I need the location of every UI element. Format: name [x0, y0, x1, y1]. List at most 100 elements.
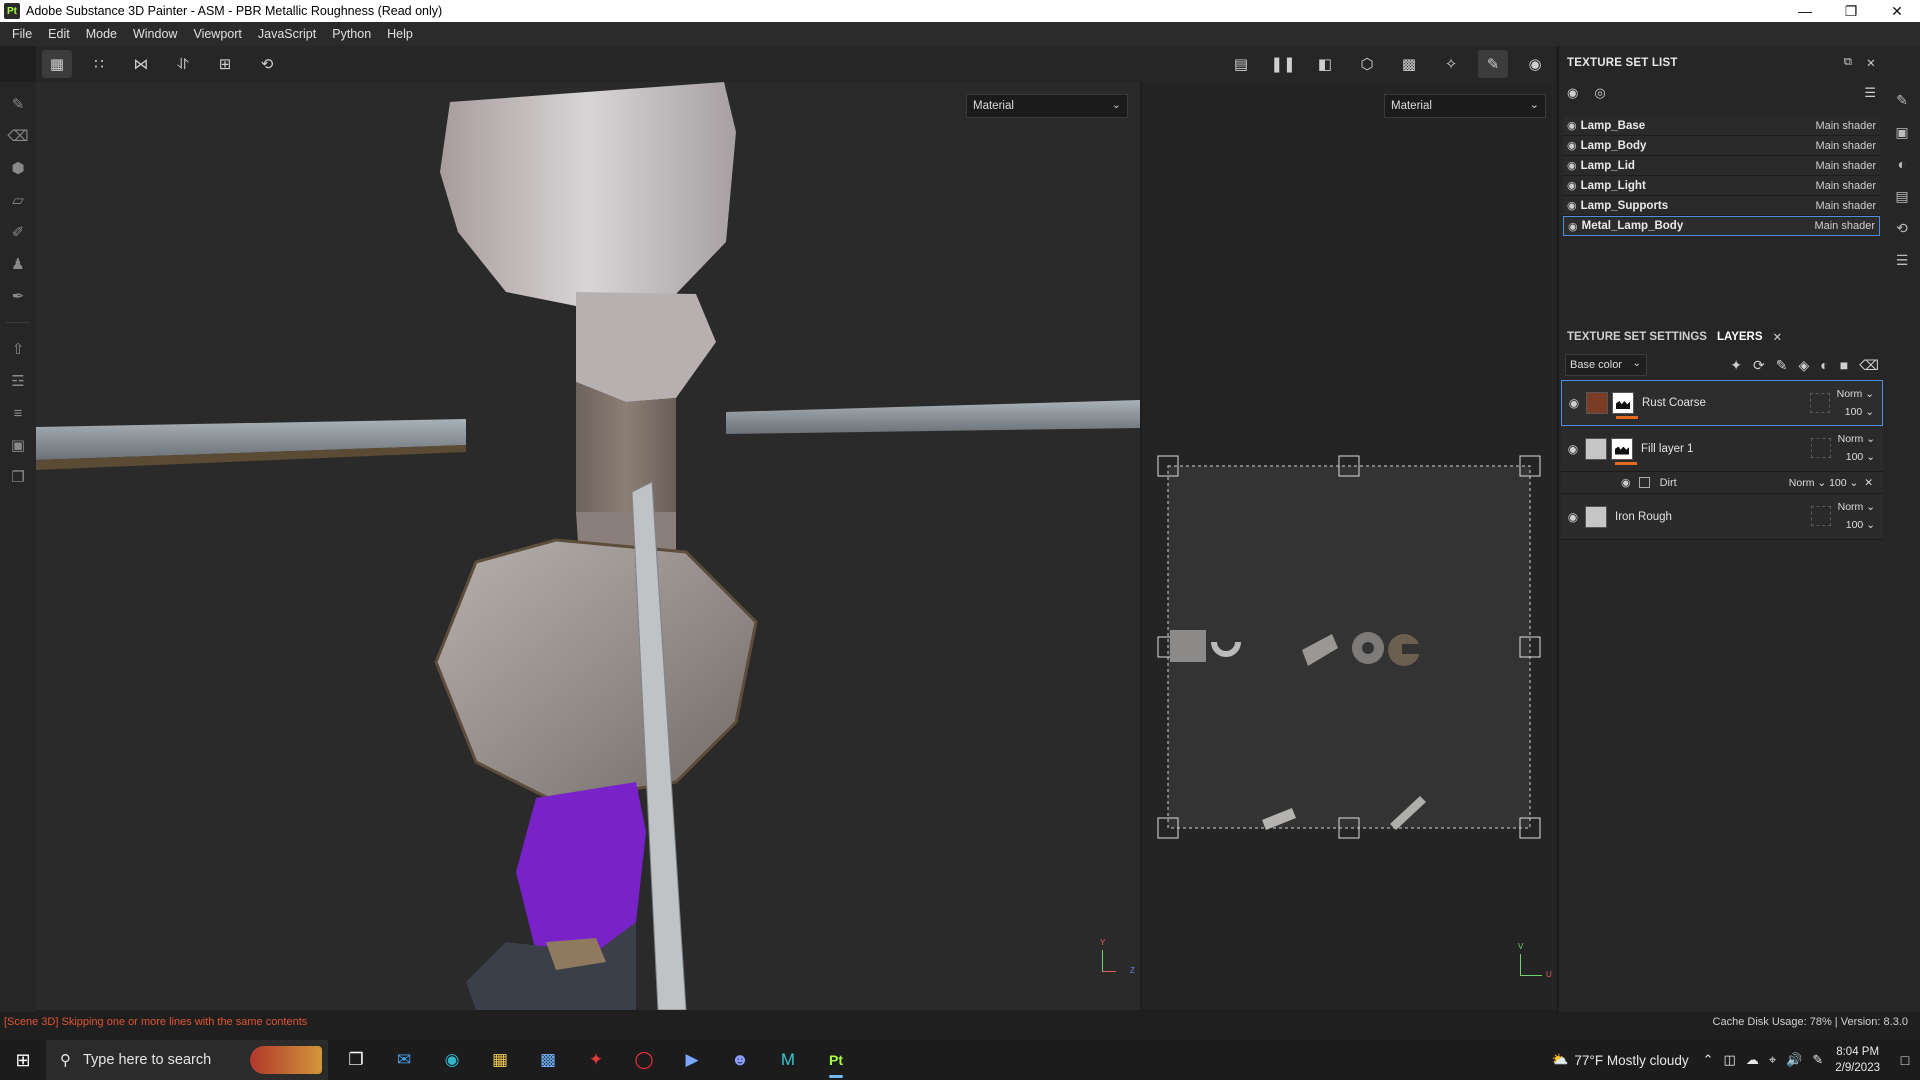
- screenshot-icon[interactable]: ◉: [1520, 50, 1550, 78]
- polygon-fill-icon[interactable]: ▱: [6, 188, 30, 212]
- mirror-y-icon[interactable]: ⥯: [168, 50, 198, 78]
- substance-painter-icon[interactable]: Pt: [812, 1040, 860, 1080]
- layer-opacity[interactable]: 100: [1846, 519, 1864, 531]
- grid-2d-icon[interactable]: ▦: [42, 50, 72, 78]
- texture-set-item[interactable]: ◉ Lamp_Body Main shader: [1563, 136, 1880, 156]
- close-icon[interactable]: ✕: [1874, 0, 1920, 22]
- cube-icon[interactable]: ⬡: [1352, 50, 1382, 78]
- eye-icon[interactable]: ◉: [1621, 476, 1631, 489]
- float-panel-icon[interactable]: ⧉: [1844, 56, 1852, 70]
- menu-help[interactable]: Help: [379, 27, 421, 41]
- menu-viewport[interactable]: Viewport: [185, 27, 249, 41]
- eye-icon[interactable]: ◉: [1567, 159, 1577, 172]
- menu-javascript[interactable]: JavaScript: [250, 27, 324, 41]
- projection-icon[interactable]: ⬢: [6, 156, 30, 180]
- layer-mask-slot[interactable]: [1811, 506, 1831, 526]
- shader-select[interactable]: Main shader: [1815, 180, 1876, 192]
- task-view-icon[interactable]: ❐: [332, 1040, 380, 1080]
- tab-texture-set-settings[interactable]: TEXTURE SET SETTINGS: [1567, 331, 1707, 343]
- pen-icon[interactable]: ✎: [1812, 1052, 1823, 1068]
- texture-set-item[interactable]: ◉ Lamp_Light Main shader: [1563, 176, 1880, 196]
- frame-icon[interactable]: ⊞: [210, 50, 240, 78]
- smudge-icon[interactable]: ✐: [6, 220, 30, 244]
- layer-row[interactable]: ◉ Iron Rough Norm ⌄ 100 ⌄: [1561, 494, 1883, 540]
- environment-icon[interactable]: ◐: [1890, 152, 1914, 176]
- layer-opacity[interactable]: 100: [1846, 451, 1864, 463]
- viewport-3d[interactable]: Material ⌄ Y Z: [36, 82, 1140, 1010]
- export-icon[interactable]: ⇧: [6, 337, 30, 361]
- effect-opacity[interactable]: 100: [1829, 477, 1847, 489]
- bake-icon[interactable]: ☲: [6, 369, 30, 393]
- display-settings-icon[interactable]: ▣: [1890, 120, 1914, 144]
- grid-dots-icon[interactable]: ∷: [84, 50, 114, 78]
- mail-icon[interactable]: ✉: [380, 1040, 428, 1080]
- chevron-up-icon[interactable]: ⌃: [1703, 1052, 1714, 1068]
- eraser-icon[interactable]: ⌫: [6, 124, 30, 148]
- restore-icon[interactable]: ❐: [1828, 0, 1874, 22]
- wifi-icon[interactable]: ⌖: [1769, 1052, 1776, 1068]
- add-smart-material-icon[interactable]: ◐: [1820, 357, 1828, 374]
- menu-python[interactable]: Python: [324, 27, 379, 41]
- paint-brush-icon[interactable]: ✎: [6, 92, 30, 116]
- camera-icon[interactable]: ▩: [1394, 50, 1424, 78]
- texture-set-item[interactable]: ◉ Lamp_Supports Main shader: [1563, 196, 1880, 216]
- add-folder-icon[interactable]: ■: [1840, 357, 1848, 374]
- menu-file[interactable]: File: [4, 27, 40, 41]
- brush-mode-icon[interactable]: ✎: [1478, 50, 1508, 78]
- assets-icon[interactable]: ❐: [6, 465, 30, 489]
- windows-start-icon[interactable]: ⊞: [0, 1040, 46, 1080]
- discord-icon[interactable]: ☻: [716, 1040, 764, 1080]
- shader-select[interactable]: Main shader: [1815, 160, 1876, 172]
- add-fill-layer-icon[interactable]: ◈: [1798, 357, 1809, 374]
- weather-widget[interactable]: ⛅ 77°F Mostly cloudy: [1552, 1052, 1689, 1068]
- edge-icon[interactable]: ◉: [428, 1040, 476, 1080]
- viewport-2d[interactable]: Material ⌄ V U: [1142, 82, 1556, 1010]
- file-explorer-icon[interactable]: ▦: [476, 1040, 524, 1080]
- meet-icon[interactable]: ◫: [1724, 1052, 1736, 1068]
- layer-mask-slot[interactable]: [1810, 393, 1830, 413]
- history-panel-icon[interactable]: ⟲: [1890, 216, 1914, 240]
- blend-mode[interactable]: Norm: [1837, 388, 1863, 400]
- eye-icon[interactable]: ◉: [1568, 220, 1578, 233]
- hide-ui-icon[interactable]: ▤: [1226, 50, 1256, 78]
- tab-layers[interactable]: LAYERS: [1717, 331, 1763, 343]
- material-select-3d[interactable]: Material ⌄: [966, 94, 1128, 118]
- blend-mode[interactable]: Norm: [1838, 433, 1864, 445]
- clone-stamp-icon[interactable]: ♟: [6, 252, 30, 276]
- delete-layer-icon[interactable]: ⌫: [1859, 357, 1879, 374]
- menu-mode[interactable]: Mode: [78, 27, 125, 41]
- layer-blend[interactable]: Norm ⌄ 100 ⌄: [1838, 430, 1875, 466]
- mirror-x-icon[interactable]: ⋈: [126, 50, 156, 78]
- texture-set-item[interactable]: ◉ Lamp_Base Main shader: [1563, 116, 1880, 136]
- game-icon[interactable]: ✦: [572, 1040, 620, 1080]
- onedrive-icon[interactable]: ☁: [1746, 1052, 1759, 1068]
- layer-mask-slot[interactable]: [1811, 438, 1831, 458]
- layer-opacity[interactable]: 100: [1845, 406, 1863, 418]
- volume-icon[interactable]: 🔊: [1786, 1052, 1802, 1068]
- library-icon[interactable]: ▣: [6, 433, 30, 457]
- close-tab-icon[interactable]: ✕: [1773, 330, 1783, 344]
- menu-edit[interactable]: Edit: [40, 27, 78, 41]
- viewer-settings-icon[interactable]: ▤: [1890, 184, 1914, 208]
- shader-select[interactable]: Main shader: [1815, 200, 1876, 212]
- eye-icon[interactable]: ◉: [1561, 442, 1585, 456]
- eye-icon[interactable]: ◉: [1561, 510, 1585, 524]
- effect-blend-mode[interactable]: Norm: [1789, 477, 1815, 489]
- lights-icon[interactable]: ✧: [1436, 50, 1466, 78]
- add-effect-icon[interactable]: ✦: [1730, 357, 1742, 374]
- store-icon[interactable]: ▩: [524, 1040, 572, 1080]
- eye-icon[interactable]: ◉: [1567, 179, 1577, 192]
- eye-icon[interactable]: ◉: [1562, 396, 1586, 410]
- opera-icon[interactable]: ◯: [620, 1040, 668, 1080]
- mask-thumbnail[interactable]: [1612, 392, 1634, 414]
- eye-icon[interactable]: ◉: [1567, 119, 1577, 132]
- texture-set-item-selected[interactable]: ◉ Metal_Lamp_Body Main shader: [1563, 216, 1880, 236]
- history-icon[interactable]: ⟲: [252, 50, 282, 78]
- split-view-icon[interactable]: ◧: [1310, 50, 1340, 78]
- shader-select[interactable]: Main shader: [1814, 220, 1875, 232]
- color-picker-icon[interactable]: ✒: [6, 284, 30, 308]
- clock[interactable]: 8:04 PM 2/9/2023: [1835, 1044, 1880, 1076]
- media-app-icon[interactable]: ▶: [668, 1040, 716, 1080]
- layer-row[interactable]: ◉ Fill layer 1 Norm ⌄ 100 ⌄: [1561, 426, 1883, 472]
- minimize-icon[interactable]: —: [1782, 0, 1828, 22]
